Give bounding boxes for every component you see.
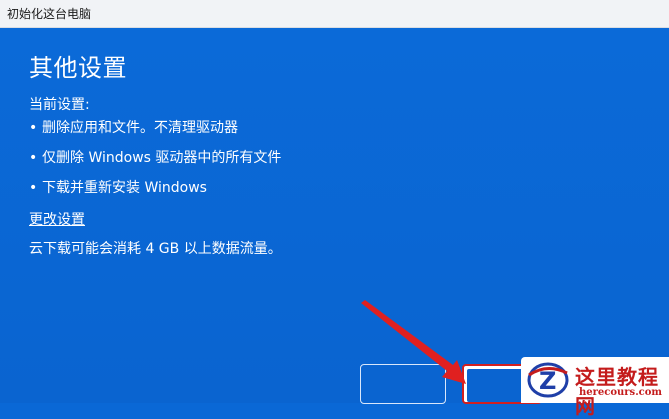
watermark: Z 这里教程网 herecours.com: [521, 357, 669, 418]
arrow-icon: [361, 300, 466, 384]
watermark-logo-icon: Z: [527, 362, 569, 398]
red-arrow-annotation: [361, 300, 466, 384]
svg-text:Z: Z: [539, 367, 556, 395]
watermark-url: herecours.com: [579, 387, 663, 398]
